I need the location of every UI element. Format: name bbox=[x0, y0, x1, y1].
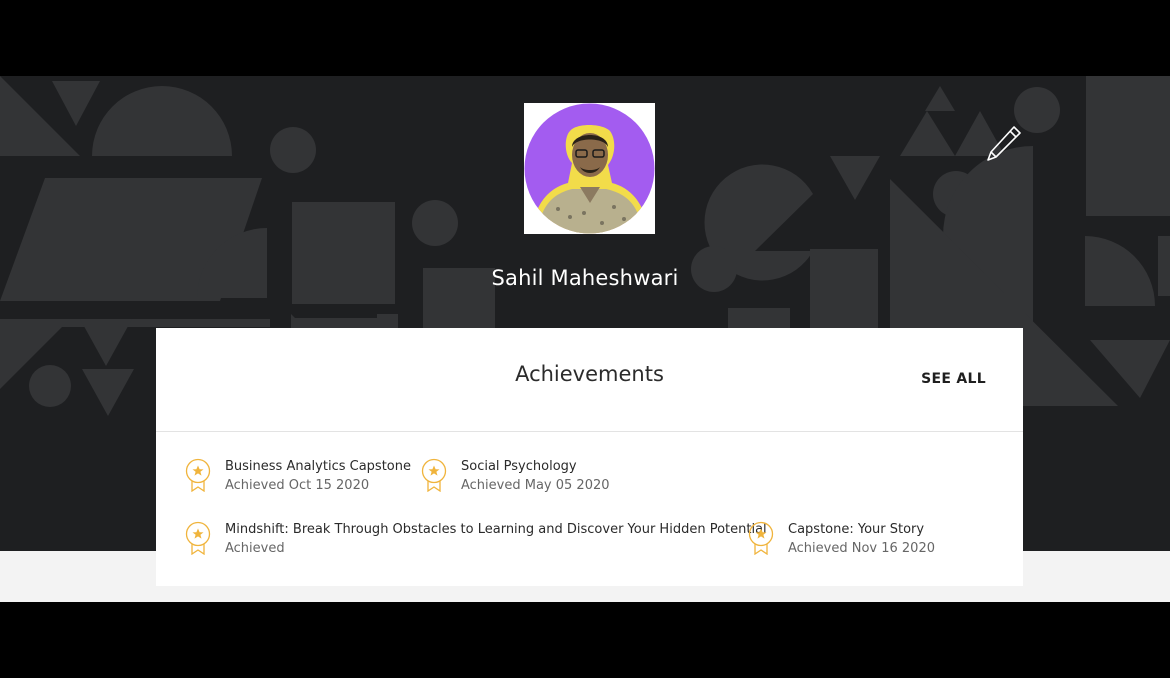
achievement-name: Capstone: Your Story bbox=[788, 522, 925, 537]
achievement-name: Mindshift: Break Through Obstacles to Le… bbox=[225, 522, 767, 537]
see-all-link[interactable]: SEE ALL bbox=[921, 371, 986, 387]
achievement-date: Achieved May 05 2020 bbox=[461, 478, 610, 493]
achievements-card: Achievements SEE ALL Business Analytics … bbox=[156, 328, 1023, 586]
achievement-item[interactable]: Business Analytics Capstone Achieved Oct… bbox=[185, 458, 411, 495]
achievements-header: Achievements SEE ALL bbox=[156, 328, 1023, 432]
achievement-item[interactable]: Social Psychology Achieved May 05 2020 bbox=[421, 458, 610, 495]
achievement-date: Achieved Oct 15 2020 bbox=[225, 478, 370, 493]
achievements-title: Achievements bbox=[515, 362, 664, 386]
avatar[interactable] bbox=[524, 103, 655, 234]
profile-name: Sahil Maheshwari bbox=[491, 266, 679, 290]
medal-icon bbox=[185, 521, 211, 555]
medal-icon bbox=[421, 458, 447, 492]
achievement-item[interactable]: Capstone: Your Story Achieved Nov 16 202… bbox=[748, 521, 935, 558]
avatar-photo bbox=[524, 103, 655, 234]
achievement-item[interactable]: Mindshift: Break Through Obstacles to Le… bbox=[185, 521, 767, 558]
pencil-icon bbox=[987, 126, 1021, 161]
medal-icon bbox=[185, 458, 211, 492]
achievement-name: Social Psychology bbox=[461, 459, 577, 474]
achievement-date: Achieved Nov 16 2020 bbox=[788, 541, 935, 556]
edit-profile-button[interactable] bbox=[983, 124, 1023, 164]
medal-icon bbox=[748, 521, 774, 555]
achievement-name: Business Analytics Capstone bbox=[225, 459, 411, 474]
achievement-date: Achieved bbox=[225, 541, 285, 556]
